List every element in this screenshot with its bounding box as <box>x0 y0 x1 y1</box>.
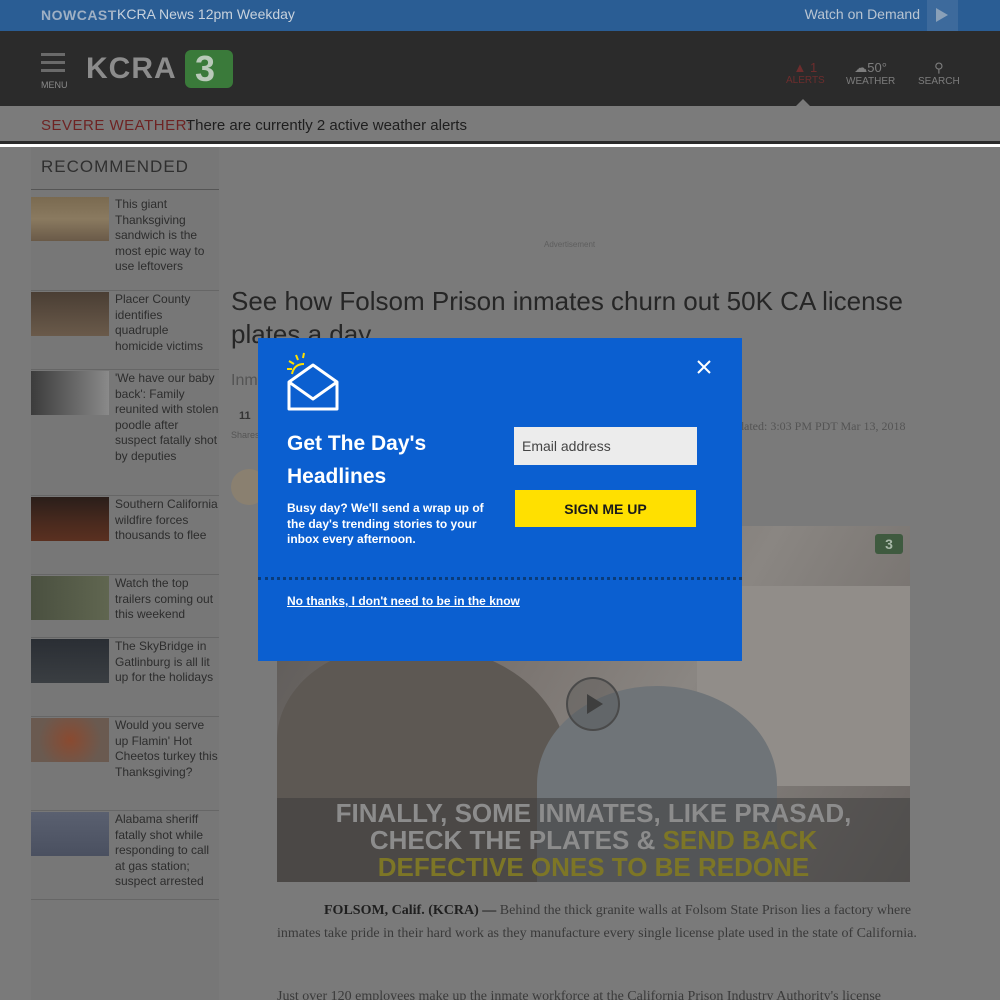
watch-on-demand-link[interactable]: Watch on Demand <box>805 6 920 22</box>
share-label: Shares <box>231 430 260 440</box>
close-button[interactable] <box>695 358 713 376</box>
play-icon <box>936 8 948 22</box>
thumbnail-image <box>31 497 109 541</box>
list-item-title: Southern California wildfire forces thou… <box>115 497 218 543</box>
list-item[interactable]: Alabama sheriff fatally shot while respo… <box>31 812 219 900</box>
logo-badge: 3 <box>185 48 233 89</box>
weather-label: WEATHER <box>846 76 896 87</box>
video-play-button[interactable] <box>566 677 620 731</box>
modal-title: Get The Day's Headlines <box>287 432 427 488</box>
list-item[interactable]: 'We have our baby back': Family reunited… <box>31 371 219 496</box>
caption-line: FINALLY, SOME INMATES, LIKE PRASAD, <box>335 798 852 828</box>
site-header: MENU KCRA 3 ▲ 1 ALERTS ☁50° WEATHER ⚲ SE… <box>0 31 1000 106</box>
article-paragraph: Just over 120 employees make up the inma… <box>277 989 881 1000</box>
nowcast-show-link[interactable]: KCRA News 12pm Weekday <box>117 6 295 22</box>
logo-number: 3 <box>195 48 216 89</box>
search-button[interactable]: ⚲ SEARCH <box>918 60 960 87</box>
menu-button[interactable]: MENU <box>41 53 69 90</box>
video-logo: 3 <box>875 534 903 554</box>
severe-weather-label: SEVERE WEATHER: <box>41 117 192 134</box>
weather-button[interactable]: ☁50° WEATHER <box>846 60 895 87</box>
thumbnail-image <box>31 292 109 336</box>
thumbnail-image <box>31 812 109 856</box>
share-count: 11 <box>239 410 251 422</box>
alerts-pointer <box>796 99 810 106</box>
list-item-title: This giant Thanksgiving sandwich is the … <box>115 197 205 274</box>
divider <box>31 189 219 190</box>
list-item[interactable]: This giant Thanksgiving sandwich is the … <box>31 197 219 291</box>
alerts-button[interactable]: ▲ 1 ALERTS <box>786 60 825 86</box>
article-paragraph: FOLSOM, Calif. (KCRA) — Behind the thick… <box>277 899 917 945</box>
search-icon: ⚲ <box>934 60 944 75</box>
weather-temp: 50° <box>867 60 887 75</box>
thumbnail-image <box>31 197 109 241</box>
hamburger-icon-bar <box>41 61 65 64</box>
list-item[interactable]: Placer County identifies quadruple homic… <box>31 292 219 370</box>
caption-line: CHECK THE PLATES & SEND BACK <box>277 827 910 854</box>
nowcast-label: NOWCAST <box>41 7 117 23</box>
list-item-title: The SkyBridge in Gatlinburg is all lit u… <box>115 639 214 685</box>
search-label: SEARCH <box>918 76 960 87</box>
envelope-icon <box>286 352 340 419</box>
no-thanks-link[interactable]: No thanks, I don't need to be in the kno… <box>287 594 520 608</box>
severe-weather-message: There are currently 2 active weather ale… <box>186 117 467 134</box>
list-item-title: Alabama sheriff fatally shot while respo… <box>115 812 210 889</box>
modal-description: Busy day? We'll send a wrap up of the da… <box>287 501 484 546</box>
alerts-count: 1 <box>810 60 818 75</box>
newsletter-modal: Get The Day's Headlines Busy day? We'll … <box>258 338 742 661</box>
severe-weather-banner[interactable]: SEVERE WEATHER: There are currently 2 ac… <box>0 106 1000 144</box>
list-item-title: Placer County identifies quadruple homic… <box>115 292 204 353</box>
list-item[interactable]: Watch the top trailers coming out this w… <box>31 576 219 638</box>
dotted-divider <box>258 577 742 580</box>
sidebar-heading: RECOMMENDED <box>41 157 189 176</box>
hamburger-icon-bar <box>41 69 65 72</box>
list-item[interactable]: Southern California wildfire forces thou… <box>31 497 219 575</box>
warning-icon: ▲ <box>793 60 807 75</box>
recommended-sidebar: RECOMMENDED This giant Thanksgiving sand… <box>31 147 219 1000</box>
hamburger-icon <box>41 53 65 56</box>
list-item-title: Watch the top trailers coming out this w… <box>115 576 214 622</box>
thumbnail-image <box>31 718 109 762</box>
caption-line: DEFECTIVE ONES TO BE REDONE <box>377 852 810 882</box>
thumbnail-image <box>31 639 109 683</box>
thumbnail-image <box>31 371 109 415</box>
alerts-label: ALERTS <box>786 75 825 86</box>
list-item-title: 'We have our baby back': Family reunited… <box>115 371 219 463</box>
play-on-demand-button[interactable] <box>927 0 958 31</box>
video-caption: FINALLY, SOME INMATES, LIKE PRASAD, CHEC… <box>277 798 910 882</box>
article-subheadline: Inm <box>231 372 258 389</box>
logo-text: KCRA <box>86 52 177 85</box>
close-icon <box>697 360 711 374</box>
dateline: FOLSOM, Calif. (KCRA) — <box>324 903 497 918</box>
play-icon <box>587 694 603 714</box>
list-item-title: Would you serve up Flamin' Hot Cheetos t… <box>115 718 218 779</box>
menu-label: MENU <box>41 80 68 90</box>
email-field[interactable] <box>514 427 697 465</box>
thumbnail-image <box>31 576 109 620</box>
caption-text: CHECK THE PLATES & <box>369 825 663 855</box>
nowcast-bar: NOWCAST KCRA News 12pm Weekday Watch on … <box>0 0 1000 31</box>
list-item[interactable]: Would you serve up Flamin' Hot Cheetos t… <box>31 718 219 811</box>
caption-highlight: SEND BACK <box>662 825 818 855</box>
sign-me-up-button[interactable]: SIGN ME UP <box>515 490 696 527</box>
list-item[interactable]: The SkyBridge in Gatlinburg is all lit u… <box>31 639 219 717</box>
advertisement-label: Advertisement <box>544 240 596 249</box>
updated-timestamp: dated: 3:03 PM PDT Mar 13, 2018 <box>738 419 906 433</box>
cloud-rain-icon: ☁ <box>854 60 868 75</box>
